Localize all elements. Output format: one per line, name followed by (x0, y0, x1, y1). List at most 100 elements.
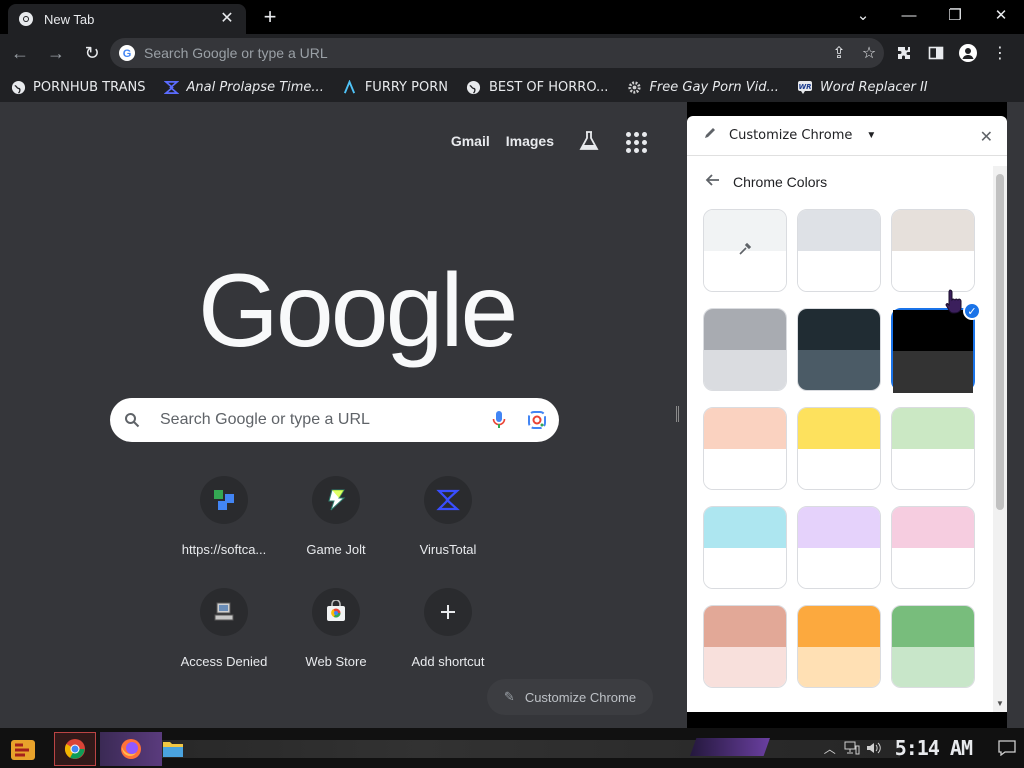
swatch-bottom (798, 251, 880, 291)
color-swatch[interactable] (891, 506, 975, 589)
close-tab-icon[interactable]: ✕ (218, 10, 236, 28)
shortcut-tile[interactable]: Access Denied (168, 586, 280, 674)
color-swatch[interactable] (797, 506, 881, 589)
restore-icon[interactable]: ❐ (932, 0, 978, 30)
shortcut-tile[interactable]: Game Jolt (280, 474, 392, 562)
lens-icon[interactable] (521, 410, 553, 430)
tab-new-tab[interactable]: New Tab ✕ (8, 4, 246, 34)
labs-flask-icon[interactable] (576, 128, 602, 154)
right-gutter (1007, 102, 1024, 728)
swatch-top (798, 606, 880, 647)
color-swatch[interactable] (703, 605, 787, 688)
color-swatch[interactable] (703, 506, 787, 589)
swatch-bottom (892, 449, 974, 489)
omnibox-placeholder: Search Google or type a URL (144, 45, 328, 61)
shortcut-tile[interactable]: VirusTotal (392, 474, 504, 562)
new-tab-page: Gmail Images Google Search Google or typ… (0, 102, 670, 728)
shortcut-tile[interactable]: Web Store (280, 586, 392, 674)
add-shortcut-tile[interactable]: Add shortcut (392, 586, 504, 674)
gmail-link[interactable]: Gmail (451, 133, 490, 149)
color-swatch[interactable] (891, 407, 975, 490)
color-swatch[interactable] (797, 308, 881, 391)
folder-icon (163, 742, 183, 757)
voice-search-icon[interactable] (483, 410, 515, 430)
scroll-thumb[interactable] (996, 174, 1004, 510)
taskbar-chrome[interactable] (54, 732, 96, 766)
reload-icon[interactable]: ↻ (76, 37, 108, 69)
notifications-icon[interactable] (990, 740, 1024, 756)
menu-icon[interactable]: ⋮ (984, 38, 1016, 68)
network-icon[interactable] (841, 741, 863, 755)
search-icon (124, 412, 154, 428)
color-swatch[interactable] (703, 407, 787, 490)
close-panel-icon[interactable]: ✕ (980, 127, 993, 147)
share-icon[interactable]: ⇪ (824, 38, 854, 68)
color-swatch[interactable] (703, 308, 787, 391)
color-swatch[interactable] (891, 209, 975, 292)
shortcut-label: Web Store (305, 654, 367, 669)
ntp-search-box[interactable]: Search Google or type a URL (110, 398, 559, 442)
panel-scrollbar[interactable]: ▼ (993, 166, 1007, 712)
bookmark-item[interactable]: Anal Prolapse Time... (164, 79, 324, 95)
tab-search-icon[interactable]: ⌄ (840, 0, 886, 30)
ntp-header-links: Gmail Images (435, 128, 648, 154)
swatch-top (892, 210, 974, 251)
resize-handle[interactable] (676, 406, 679, 422)
scroll-down-icon[interactable]: ▼ (996, 699, 1004, 708)
swatch-top (892, 507, 974, 548)
start-icon[interactable] (8, 736, 38, 764)
bookmark-item[interactable]: FURRY PORN (342, 79, 448, 95)
custom-color-swatch[interactable] (703, 209, 787, 292)
hand-cursor-icon (944, 288, 966, 319)
bookmark-item[interactable]: PORNHUB TRANS (10, 79, 146, 95)
color-swatch[interactable] (891, 605, 975, 688)
bookmark-item[interactable]: BEST OF HORRO... (466, 79, 608, 95)
side-panel-icon[interactable] (920, 38, 952, 68)
ntp-search-placeholder: Search Google or type a URL (160, 411, 370, 428)
color-swatch[interactable] (797, 605, 881, 688)
swatch-top (798, 507, 880, 548)
shortcut-label: https://softca... (181, 542, 267, 557)
color-swatch[interactable] (797, 209, 881, 292)
omnibox[interactable]: G Search Google or type a URL ⇪ ☆ (110, 38, 884, 68)
new-tab-button[interactable]: + (258, 6, 282, 30)
toolbar-right: ⋮ (888, 38, 1016, 68)
close-window-icon[interactable]: ✕ (978, 0, 1024, 30)
swatch-top (704, 408, 786, 449)
back-icon[interactable]: ← (4, 37, 36, 69)
extensions-icon[interactable] (888, 38, 920, 68)
chrome-colors-title: Chrome Colors (733, 174, 828, 190)
taskbar: ︿ 5:14 AM (0, 728, 1024, 768)
bookmark-star-icon[interactable]: ☆ (854, 38, 884, 68)
dropdown-caret-icon[interactable]: ▼ (866, 130, 876, 141)
bookmark-item[interactable]: Free Gay Porn Vid... (626, 79, 779, 95)
panel-title[interactable]: Customize Chrome (729, 128, 852, 143)
softcatala-icon (200, 476, 248, 524)
globe-icon (10, 79, 26, 95)
color-swatch[interactable] (797, 407, 881, 490)
webstore-icon (312, 588, 360, 636)
wr-icon: WR (797, 79, 813, 95)
forward-icon[interactable]: → (40, 37, 72, 69)
computer-icon (200, 588, 248, 636)
chrome-icon (18, 11, 34, 27)
bookmark-item[interactable]: WR Word Replacer II (797, 79, 928, 95)
google-apps-icon[interactable] (622, 128, 648, 154)
swatch-top (704, 309, 786, 350)
images-link[interactable]: Images (506, 133, 554, 149)
taskbar-file-explorer[interactable] (152, 732, 194, 766)
system-tray: ︿ 5:14 AM (819, 728, 1024, 768)
firefox-icon (121, 739, 141, 759)
minimize-icon[interactable]: — (886, 0, 932, 30)
clock[interactable]: 5:14 AM (895, 736, 973, 760)
color-swatch[interactable]: ✓ (891, 302, 981, 393)
profile-icon[interactable] (952, 38, 984, 68)
shortcut-tile[interactable]: https://softca... (168, 474, 280, 562)
svg-text:WR: WR (798, 83, 811, 91)
customize-chrome-button[interactable]: ✎ Customize Chrome (487, 679, 653, 715)
back-arrow-icon[interactable] (705, 172, 721, 193)
swatch-bottom (704, 647, 786, 687)
show-hidden-icons-icon[interactable]: ︿ (819, 740, 841, 757)
gear-icon (626, 79, 642, 95)
volume-icon[interactable] (863, 741, 885, 755)
